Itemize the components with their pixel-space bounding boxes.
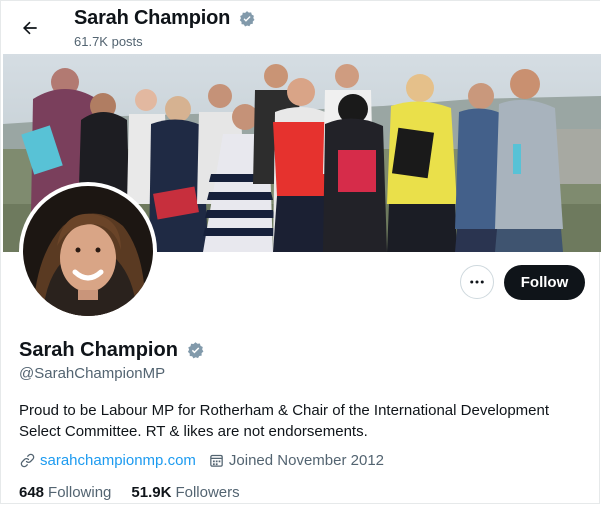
profile-meta: sarahchampionmp.com Joined November 2012 [19,452,384,469]
follow-button[interactable]: Follow [504,265,585,300]
top-bar: Sarah Champion 61.7K posts [1,1,601,54]
profile-page: Sarah Champion 61.7K posts Follow Sarah … [0,0,601,504]
follow-stats: 648 Following 51.9K Followers [19,484,260,501]
profile-name: Sarah Champion [19,339,178,361]
header-name: Sarah Champion [74,7,231,29]
followers-count: 51.9K [131,484,172,501]
calendar-icon [208,452,225,469]
website-link[interactable]: sarahchampionmp.com [40,452,196,469]
following-link[interactable]: 648 Following [19,484,111,501]
following-label: Following [48,484,112,501]
post-count: 61.7K posts [74,34,143,49]
link-icon [19,452,36,469]
ellipsis-icon [470,280,484,284]
more-options-button[interactable] [460,265,494,299]
profile-bio: Proud to be Labour MP for Rotherham & Ch… [19,402,550,440]
joined-date: Joined November 2012 [228,452,385,469]
following-count: 648 [19,484,45,501]
verified-badge-icon [187,342,204,359]
avatar[interactable] [19,182,157,320]
avatar-photo [23,186,153,316]
profile-handle: @SarahChampionMP [19,365,166,382]
followers-link[interactable]: 51.9K Followers [131,484,239,501]
arrow-left-icon [23,21,37,35]
followers-label: Followers [175,484,240,501]
back-button[interactable] [15,13,45,43]
verified-badge-icon [239,11,255,27]
